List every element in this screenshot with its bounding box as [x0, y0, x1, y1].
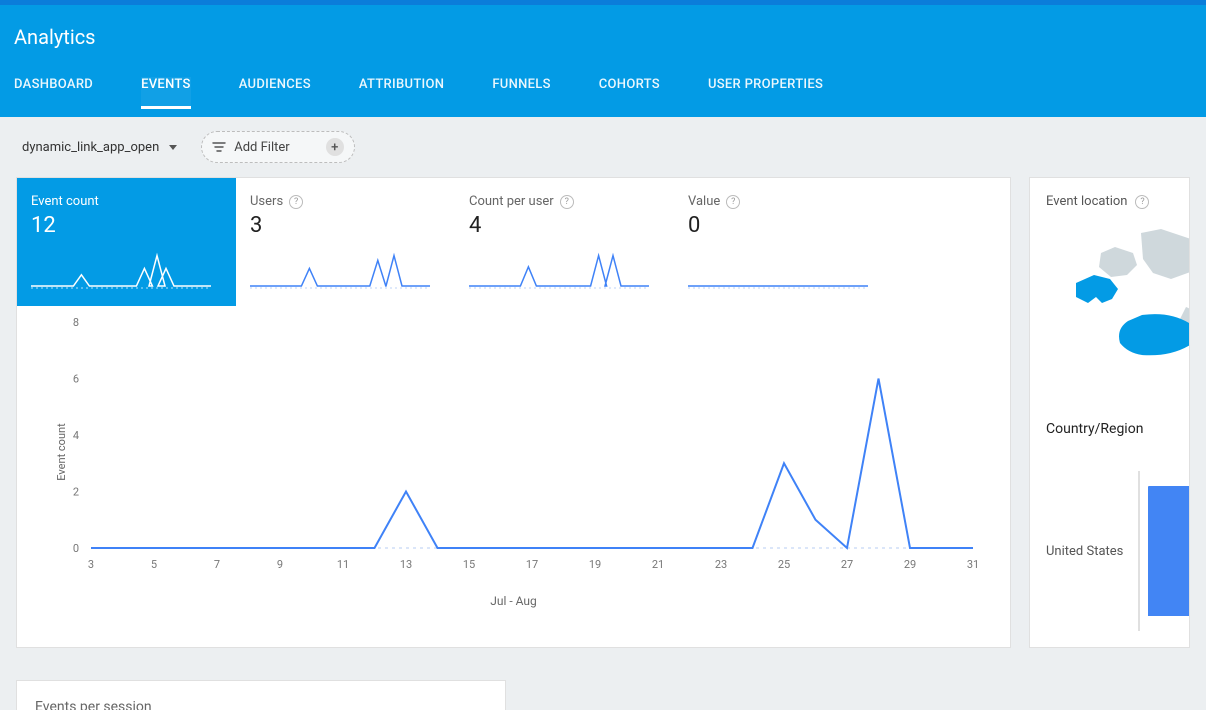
metric-users-value: 3: [250, 213, 441, 238]
tab-audiences[interactable]: AUDIENCES: [239, 77, 311, 109]
help-icon[interactable]: ?: [726, 195, 740, 209]
svg-text:3: 3: [88, 558, 94, 571]
metric-event-count[interactable]: Event count 12: [17, 178, 236, 306]
metric-value[interactable]: Value ? 0: [674, 178, 893, 306]
svg-text:31: 31: [967, 558, 979, 571]
filter-icon: [212, 141, 226, 153]
svg-text:6: 6: [73, 373, 79, 386]
metric-event-count-spark: [31, 250, 222, 296]
svg-text:4: 4: [73, 429, 79, 442]
svg-text:0: 0: [73, 542, 79, 555]
events-per-session-title: Events per session: [35, 699, 152, 710]
metric-count-per-user-value: 4: [469, 213, 660, 238]
svg-text:5: 5: [151, 558, 157, 571]
metric-count-per-user[interactable]: Count per user ? 4: [455, 178, 674, 306]
world-map: [1046, 227, 1189, 397]
divider: [1138, 471, 1140, 631]
country-row: United States: [1046, 471, 1189, 631]
tab-user-properties[interactable]: USER PROPERTIES: [708, 77, 823, 109]
plus-icon: +: [326, 138, 344, 156]
help-icon[interactable]: ?: [560, 195, 574, 209]
svg-text:15: 15: [463, 558, 475, 571]
tab-attribution[interactable]: ATTRIBUTION: [359, 77, 444, 109]
metric-value-spark: [688, 250, 879, 296]
chart-y-axis-label: Event count: [55, 423, 68, 480]
add-filter-button[interactable]: Add Filter +: [201, 131, 354, 163]
svg-text:9: 9: [277, 558, 283, 571]
metric-row: Event count 12 Users ? 3 Count per user: [17, 178, 1010, 306]
metric-event-count-value: 12: [31, 213, 222, 238]
svg-text:2: 2: [73, 486, 79, 499]
tab-funnels[interactable]: FUNNELS: [492, 77, 550, 109]
metric-users-spark: [250, 250, 441, 296]
svg-text:17: 17: [526, 558, 538, 571]
svg-text:11: 11: [337, 558, 349, 571]
tabs: DASHBOARD EVENTS AUDIENCES ATTRIBUTION F…: [14, 77, 1192, 109]
page-title: Analytics: [14, 25, 1192, 49]
metric-users[interactable]: Users ? 3: [236, 178, 455, 306]
svg-text:23: 23: [715, 558, 727, 571]
metric-value-value: 0: [688, 213, 879, 238]
help-icon[interactable]: ?: [289, 195, 303, 209]
tab-events[interactable]: EVENTS: [141, 77, 191, 109]
country-label: United States: [1046, 544, 1130, 559]
event-location-title: Event location: [1046, 194, 1127, 209]
metric-count-per-user-label: Count per user: [469, 194, 554, 209]
metric-users-label: Users: [250, 194, 283, 209]
svg-text:7: 7: [214, 558, 220, 571]
svg-text:25: 25: [778, 558, 790, 571]
svg-text:29: 29: [904, 558, 916, 571]
event-select-dropdown[interactable]: dynamic_link_app_open: [16, 136, 183, 159]
event-select-label: dynamic_link_app_open: [22, 140, 159, 155]
metric-value-label: Value: [688, 194, 720, 209]
controls-row: dynamic_link_app_open Add Filter +: [0, 117, 1206, 177]
add-filter-label: Add Filter: [234, 140, 289, 155]
svg-text:27: 27: [841, 558, 853, 571]
svg-text:21: 21: [652, 558, 664, 571]
help-icon[interactable]: ?: [1135, 195, 1149, 209]
svg-text:19: 19: [589, 558, 601, 571]
country-region-heading: Country/Region: [1046, 421, 1189, 437]
tab-dashboard[interactable]: DASHBOARD: [14, 77, 93, 109]
metric-count-per-user-spark: [469, 250, 660, 296]
main-chart: Event count 0 2 4 6 8 3 5 7 9 11 13 15 17 19 21 23 25 27 2…: [17, 306, 1010, 622]
svg-text:8: 8: [73, 316, 79, 329]
header: Analytics DASHBOARD EVENTS AUDIENCES ATT…: [0, 5, 1206, 117]
chart-x-axis-label: Jul - Aug: [35, 594, 992, 608]
country-bar: [1148, 486, 1190, 616]
event-location-card: Event location ? Country/Region United S…: [1029, 177, 1190, 648]
events-per-session-card: Events per session: [16, 680, 506, 710]
metric-event-count-label: Event count: [31, 194, 222, 209]
chevron-down-icon: [169, 145, 177, 150]
tab-cohorts[interactable]: COHORTS: [599, 77, 660, 109]
event-detail-card: Event count 12 Users ? 3 Count per user: [16, 177, 1011, 648]
svg-text:13: 13: [400, 558, 412, 571]
